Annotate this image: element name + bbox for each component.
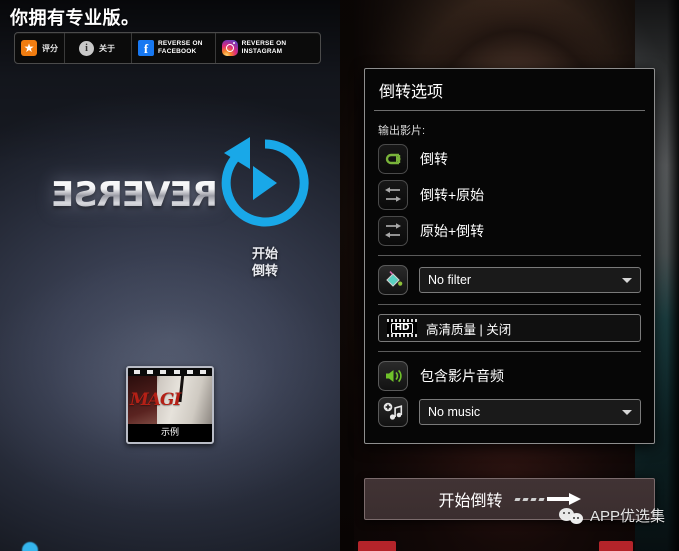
speaker-icon xyxy=(378,361,408,391)
add-music-icon[interactable] xyxy=(378,397,408,427)
hd-quality-button[interactable]: HD 高清质量 | 关闭 xyxy=(378,314,641,342)
music-value: No music xyxy=(428,405,481,419)
hd-quality-row: HD 高清质量 | 关闭 xyxy=(378,314,641,342)
filter-dropdown[interactable]: No filter xyxy=(419,267,641,293)
option-reverse-plus-original[interactable]: 倒转+原始 xyxy=(378,180,641,210)
instagram-icon xyxy=(221,40,238,56)
decorative-dot xyxy=(22,542,38,551)
start-reverse-label: 开始 倒转 xyxy=(251,246,278,278)
chevron-down-icon xyxy=(622,409,632,415)
wechat-watermark: APP优选集 xyxy=(558,505,665,526)
reverse-then-original-icon xyxy=(378,180,408,210)
option-reverse-plus-original-label: 倒转+原始 xyxy=(420,187,485,203)
red-accent-left xyxy=(358,541,396,551)
option-original-plus-reverse[interactable]: 原始+倒转 xyxy=(378,216,641,246)
app-screenshot: 你拥有专业版。 ★ 评分 i 关于 f REVERSE ON FACEBOOK xyxy=(0,0,679,551)
wechat-icon xyxy=(558,506,583,526)
hd-filmstrip-icon: HD xyxy=(387,319,417,337)
facebook-label: REVERSE ON FACEBOOK xyxy=(158,40,203,55)
about-button[interactable]: i 关于 xyxy=(65,33,121,63)
filmstrip-top xyxy=(128,368,212,376)
dialog-title: 倒转选项 xyxy=(379,84,444,101)
star-icon: ★ xyxy=(21,40,37,56)
start-reverse-action-label: 开始倒转 xyxy=(438,493,503,510)
original-then-reverse-icon xyxy=(378,216,408,246)
paint-bucket-icon[interactable] xyxy=(378,265,408,295)
facebook-icon: f xyxy=(138,40,154,56)
rate-label: 评分 xyxy=(42,43,58,53)
option-reverse-label: 倒转 xyxy=(420,151,448,167)
divider xyxy=(378,304,641,305)
red-accent-right xyxy=(599,541,633,551)
info-icon: i xyxy=(79,40,94,56)
output-section-label: 输出影片: xyxy=(378,125,426,137)
sample-caption: 示例 xyxy=(128,424,212,438)
filter-row: No filter xyxy=(378,265,641,295)
sample-frame-image: MAGI xyxy=(128,376,212,424)
instagram-label: REVERSE ON INSTAGRAM xyxy=(241,40,287,55)
rate-button[interactable]: ★ 评分 xyxy=(15,33,64,63)
sample-overlay-text: MAGI xyxy=(130,390,181,410)
instagram-button[interactable]: REVERSE ON INSTAGRAM xyxy=(216,33,293,63)
reverse-options-dialog: 倒转选项 输出影片: 倒转 倒转+原始 原始+倒转 No filter HD 高… xyxy=(364,68,655,444)
facebook-button[interactable]: f REVERSE ON FACEBOOK xyxy=(132,33,209,63)
reverse-wordmark: REVERSE xyxy=(52,175,218,215)
reverse-arrow-icon xyxy=(378,144,408,174)
pro-version-title: 你拥有专业版。 xyxy=(10,8,140,28)
divider xyxy=(378,351,641,352)
filter-value: No filter xyxy=(428,273,472,287)
music-dropdown[interactable]: No music xyxy=(419,399,641,425)
sample-video-thumbnail[interactable]: MAGI 示例 xyxy=(126,366,214,444)
watermark-text: APP优选集 xyxy=(589,508,665,525)
reverse-options-screen: 倒转选项 输出影片: 倒转 倒转+原始 原始+倒转 No filter HD 高… xyxy=(340,0,679,551)
include-audio-label: 包含影片音频 xyxy=(420,368,504,384)
divider xyxy=(378,255,641,256)
circular-reverse-icon xyxy=(221,137,309,227)
top-action-bar: ★ 评分 i 关于 f REVERSE ON FACEBOOK REVERSE … xyxy=(14,32,321,64)
music-row: No music xyxy=(378,397,641,427)
hd-quality-label: 高清质量 | 关闭 xyxy=(426,322,512,337)
about-label: 关于 xyxy=(99,43,115,53)
option-original-plus-reverse-label: 原始+倒转 xyxy=(420,223,485,239)
option-reverse[interactable]: 倒转 xyxy=(378,144,641,174)
include-audio-row[interactable]: 包含影片音频 xyxy=(378,361,641,391)
arrow-right-icon xyxy=(513,493,581,505)
hd-badge-text: HD xyxy=(391,322,413,334)
start-reverse-button[interactable] xyxy=(215,133,315,233)
home-screen-panel: 你拥有专业版。 ★ 评分 i 关于 f REVERSE ON FACEBOOK xyxy=(0,0,340,551)
chevron-down-icon xyxy=(622,277,632,283)
